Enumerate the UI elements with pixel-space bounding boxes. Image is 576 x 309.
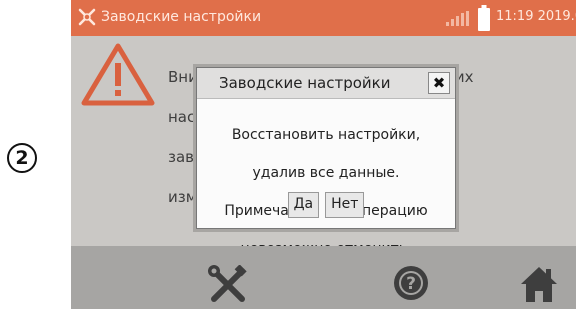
warning-triangle-icon [81, 43, 155, 106]
signal-icon [446, 11, 469, 26]
dialog-buttons: Да Нет [197, 192, 455, 218]
no-button[interactable]: Нет [325, 192, 365, 218]
help-icon[interactable]: ? [393, 265, 429, 301]
dialog-header: Заводские настройки ✖ [197, 68, 455, 99]
battery-icon [478, 5, 490, 31]
dialog-message-line: Восстановить настройки, [231, 127, 421, 143]
device-screen: Заводские настройки 11:19 2019.02.10 Вни… [71, 0, 576, 309]
dialog-message-line: удалив все данные. [252, 165, 400, 181]
clock: 11:19 2019.02.10 [496, 9, 576, 24]
dialog-title: Заводские настройки [219, 74, 391, 92]
app-title: Заводские настройки [101, 9, 262, 25]
settings-tools-icon[interactable] [205, 265, 251, 305]
status-bar: Заводские настройки 11:19 2019.02.10 [71, 0, 576, 36]
settings-logo-icon [78, 8, 96, 26]
yes-button[interactable]: Да [287, 192, 320, 218]
home-icon[interactable] [520, 265, 558, 303]
svg-text:?: ? [406, 274, 416, 294]
bottom-toolbar: ? [71, 246, 576, 309]
step-marker: 2 [7, 143, 37, 173]
close-icon[interactable]: ✖ [428, 72, 450, 94]
factory-reset-dialog: Заводские настройки ✖ Восстановить настр… [196, 67, 456, 257]
